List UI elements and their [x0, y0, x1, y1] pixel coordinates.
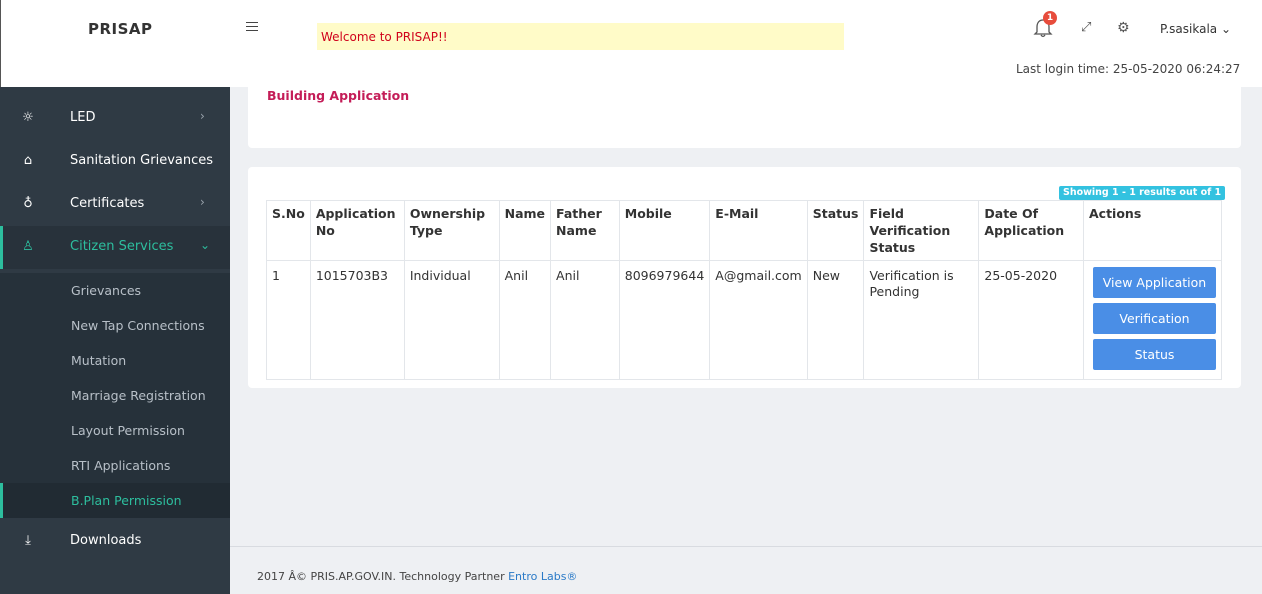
- column-header: Date Of Application: [978, 200, 1084, 261]
- subitem-label: RTI Applications: [71, 458, 171, 473]
- column-header: Application No: [309, 200, 405, 261]
- column-header: Status: [806, 200, 865, 261]
- subitem-label: Grievances: [71, 283, 142, 298]
- brand-area: PRISAP: [0, 0, 230, 87]
- gear-icon[interactable]: ⚙: [1117, 20, 1130, 36]
- column-header: S.No: [266, 200, 311, 261]
- welcome-banner: Welcome to PRISAP!!: [317, 23, 844, 50]
- sidebar-item-led[interactable]: ☼ LED ›: [0, 97, 230, 140]
- sidebar-item-downloads[interactable]: ⤓ Downloads: [0, 520, 230, 563]
- page-title: Building Application: [267, 88, 410, 103]
- footer-text: 2017 Â© PRIS.AP.GOV.IN. Technology Partn…: [257, 570, 577, 583]
- column-header: Field Verification Status: [863, 200, 980, 261]
- column-header: Actions: [1083, 200, 1222, 261]
- column-header: Name: [498, 200, 552, 261]
- cell-sno: 1: [266, 260, 311, 380]
- cell-actions: View Application Verification Status: [1083, 260, 1222, 380]
- sidebar-item-label: Citizen Services: [70, 239, 174, 254]
- cell-application-no: 1015703B3: [309, 260, 405, 380]
- notifications-button[interactable]: 1: [1033, 11, 1057, 41]
- view-application-button[interactable]: View Application: [1093, 267, 1216, 298]
- cell-father-name: Anil: [550, 260, 620, 380]
- user-menu[interactable]: P.sasikala ⌄: [1160, 22, 1231, 36]
- column-header: Ownership Type: [403, 200, 500, 261]
- cell-date: 25-05-2020: [978, 260, 1084, 380]
- status-button[interactable]: Status: [1093, 339, 1216, 370]
- table-header-row: S.No Application No Ownership Type Name …: [266, 200, 1222, 261]
- applications-card: Showing 1 - 1 results out of 1 S.No Appl…: [248, 167, 1241, 388]
- chevron-down-icon: ⌄: [1220, 22, 1232, 36]
- verification-button[interactable]: Verification: [1093, 303, 1216, 334]
- subitem-label: B.Plan Permission: [71, 493, 182, 508]
- cell-email: A@gmail.com: [709, 260, 808, 380]
- sidebar-item-label: Downloads: [70, 533, 142, 548]
- last-login-time: Last login time: 25-05-2020 06:24:27: [1016, 62, 1241, 76]
- certificate-icon: ♁: [23, 196, 33, 211]
- download-icon: ⤓: [25, 533, 31, 548]
- subitem-label: New Tap Connections: [71, 318, 205, 333]
- title-card: Building Application: [248, 87, 1241, 148]
- table-row: 1 1015703B3 Individual Anil Anil 8096979…: [266, 260, 1222, 380]
- sidebar-subitem-grievances[interactable]: Grievances: [0, 273, 230, 308]
- top-header: PRISAP Welcome to PRISAP!! 1 ⤢ ⚙ P.sasik…: [0, 0, 1262, 87]
- footer: 2017 Â© PRIS.AP.GOV.IN. Technology Partn…: [230, 546, 1262, 594]
- fullscreen-icon[interactable]: ⤢: [1081, 20, 1091, 35]
- bulb-icon: ☼: [22, 110, 34, 125]
- cell-mobile: 8096979644: [618, 260, 711, 380]
- subitem-label: Layout Permission: [71, 423, 185, 438]
- sidebar-item-certificates[interactable]: ♁ Certificates ›: [0, 183, 230, 226]
- sidebar-item-label: LED: [70, 110, 96, 125]
- cell-status: New: [806, 260, 865, 380]
- applications-table: S.No Application No Ownership Type Name …: [266, 200, 1222, 380]
- sidebar-subitem-mutation[interactable]: Mutation: [0, 343, 230, 378]
- sidebar-subitem-new-tap-connections[interactable]: New Tap Connections: [0, 308, 230, 343]
- cell-ownership-type: Individual: [403, 260, 500, 380]
- sidebar-subitem-layout-permission[interactable]: Layout Permission: [0, 413, 230, 448]
- chevron-down-icon: ⌄: [200, 238, 211, 252]
- sidebar-item-citizen-services[interactable]: ♙ Citizen Services ⌄: [0, 226, 230, 269]
- sidebar-item-label: Sanitation Grievances: [70, 153, 214, 168]
- sidebar-item-sanitation-grievances[interactable]: ⌂ Sanitation Grievances: [0, 140, 230, 183]
- column-header: Mobile: [618, 200, 711, 261]
- home-icon: ⌂: [23, 153, 33, 168]
- citizen-icon: ♙: [22, 239, 34, 254]
- chevron-right-icon: ›: [200, 109, 205, 123]
- notification-badge: 1: [1043, 11, 1057, 25]
- sidebar-item-label: Certificates: [70, 196, 145, 211]
- sidebar-subitem-marriage-registration[interactable]: Marriage Registration: [0, 378, 230, 413]
- user-name: P.sasikala: [1160, 22, 1218, 36]
- column-header: E-Mail: [709, 200, 808, 261]
- technology-partner-link[interactable]: Entro Labs®: [508, 570, 577, 583]
- cell-name: Anil: [498, 260, 552, 380]
- cell-field-verification-status: Verification is Pending: [863, 260, 980, 380]
- brand-logo[interactable]: PRISAP: [88, 20, 153, 38]
- subitem-label: Mutation: [71, 353, 127, 368]
- copyright-text: 2017 Â© PRIS.AP.GOV.IN. Technology Partn…: [257, 570, 505, 583]
- chevron-right-icon: ›: [200, 195, 205, 209]
- column-header: Father Name: [550, 200, 620, 261]
- subitem-label: Marriage Registration: [71, 388, 206, 403]
- results-badge: Showing 1 - 1 results out of 1: [1059, 186, 1226, 200]
- sidebar-subitem-rti-applications[interactable]: RTI Applications: [0, 448, 230, 483]
- sidebar: ☼ LED › ⌂ Sanitation Grievances ♁ Certif…: [0, 87, 230, 594]
- sidebar-subitem-bplan-permission[interactable]: B.Plan Permission: [0, 483, 230, 518]
- menu-toggle-icon[interactable]: [246, 22, 258, 31]
